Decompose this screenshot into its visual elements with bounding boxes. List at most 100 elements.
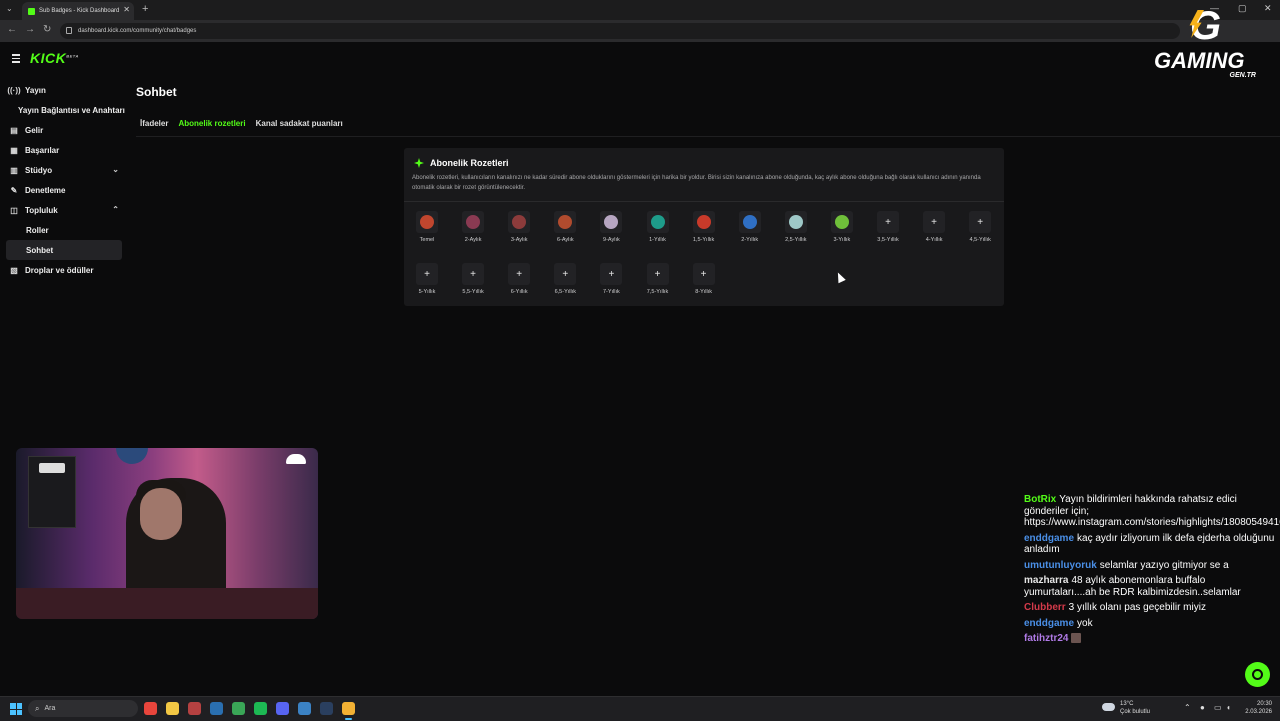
badge-image[interactable] [554,211,577,233]
chat-username[interactable]: enddgame [1024,533,1074,544]
add-badge-button[interactable]: + [554,263,577,285]
notepad-app-icon[interactable] [232,702,245,715]
badge-slot[interactable]: +5,5-Yıllık [458,263,488,295]
add-badge-button[interactable]: + [600,263,623,285]
site-info-icon[interactable] [66,27,72,34]
add-badge-button[interactable]: + [508,263,531,285]
chat-username[interactable]: BotRix [1024,494,1056,505]
sidebar-item-stream-key[interactable]: Yayın Bağlantısı ve Anahtarı [0,100,128,120]
add-badge-button[interactable]: + [692,263,715,285]
badge-slot[interactable]: +7,5-Yıllık [643,263,673,295]
badge-slot[interactable]: 3-Aylık [504,211,534,243]
sidebar-item-label: Yayın Bağlantısı ve Anahtarı [18,105,125,115]
sidebar-item-denetleme[interactable]: ✎ Denetleme [0,180,128,200]
badge-image[interactable] [692,211,715,233]
page-title: Sohbet [136,85,177,99]
badge-slot[interactable]: 3-Yıllık [827,211,857,243]
forward-icon[interactable]: → [25,24,35,35]
files-app-icon[interactable] [166,702,179,715]
badge-slot[interactable]: +3,5-Yıllık [873,211,903,243]
steam-app-icon[interactable] [210,702,223,715]
url-field[interactable]: dashboard.kick.com/community/chat/badges [60,23,1180,39]
badge-image[interactable] [646,211,669,233]
kick-logo[interactable]: KICKBETA [30,50,79,66]
dragon-badge-icon [558,215,573,229]
add-badge-button[interactable]: + [877,211,899,233]
system-clock[interactable]: 20:30 2.03.2026 [1240,700,1272,716]
badge-image[interactable] [830,211,853,233]
badge-slot[interactable]: +6,5-Yıllık [550,263,580,295]
sidebar-item-roller[interactable]: Roller [0,220,128,240]
spotify-app-icon[interactable] [254,702,267,715]
chat-username[interactable]: enddgame [1024,618,1074,629]
badge-image[interactable] [738,211,761,233]
tab-close-icon[interactable]: ✕ [123,5,130,14]
volume-icon[interactable]: ◖ [1226,703,1231,712]
badge-slot[interactable]: Temel [412,211,442,243]
chat-username[interactable]: mazharra [1024,575,1068,586]
badge-label: 9-Aylık [603,237,620,243]
menu-icon[interactable] [12,54,20,63]
weather-desc: Çok bulutlu [1120,709,1151,715]
tab-list-icon[interactable]: ⌄ [6,4,13,13]
chrome-app-icon[interactable] [144,702,157,715]
badge-slot[interactable]: 9-Aylık [596,211,626,243]
chrome-active-app-icon[interactable] [342,702,355,720]
tab-abonelik-rozetleri[interactable]: Abonelik rozetleri [174,116,250,137]
chevron-down-icon[interactable]: ⌄ [112,165,119,174]
sidebar-item-gelir[interactable]: ▤ Gelir [0,120,128,140]
new-tab-button[interactable]: + [142,3,148,15]
badge-slot[interactable]: 1,5-Yıllık [689,211,719,243]
app-blue-app-icon[interactable] [298,702,311,715]
sidebar-item-sohbet[interactable]: Sohbet [6,240,122,260]
badge-slot[interactable]: 2-Aylık [458,211,488,243]
badge-slot[interactable]: 6-Aylık [550,211,580,243]
chrome-alt-app-icon[interactable] [188,702,201,715]
microphone-icon[interactable]: ● [1200,703,1205,712]
sidebar-item-basarilar[interactable]: ▦ Başarılar [0,140,128,160]
search-icon: ⌕ [35,703,40,713]
badge-slot[interactable]: 2-Yıllık [735,211,765,243]
add-badge-button[interactable]: + [646,263,669,285]
add-badge-button[interactable]: + [969,211,992,233]
chevron-up-icon[interactable]: ⌃ [112,205,119,214]
badge-slot[interactable]: +6-Yıllık [504,263,534,295]
tab-ifadeler[interactable]: İfadeler [136,116,172,136]
browser-tab-title: Sub Badges - Kick Dashboard [39,8,120,14]
badge-image[interactable] [416,211,438,233]
badge-image[interactable] [462,211,485,233]
badge-image[interactable] [784,211,807,233]
badge-slot[interactable]: +4-Yıllık [919,211,949,243]
tab-kanal-sadakat-puanlari[interactable]: Kanal sadakat puanları [252,116,347,136]
sidebar-item-droplar[interactable]: ▧ Droplar ve ödüller [0,260,128,280]
discord-app-icon[interactable] [276,702,289,715]
badge-slot[interactable]: +5-Yıllık [412,263,442,295]
badge-slot[interactable]: 1-Yıllık [643,211,673,243]
chat-username[interactable]: umutunluyoruk [1024,560,1097,571]
windows-start-icon[interactable] [10,703,22,715]
weather-temp: 13°C [1120,701,1134,707]
badge-slot[interactable]: +7-Yıllık [596,263,626,295]
reload-icon[interactable]: ↻ [43,24,51,35]
sidebar-item-topluluk[interactable]: ◫ Topluluk ⌃ [0,200,128,220]
add-badge-button[interactable]: + [416,263,438,285]
sidebar-item-studyo[interactable]: ▥ Stüdyo ⌄ [0,160,128,180]
weather-widget[interactable]: 13°C Çok bulutlu [1102,700,1150,716]
add-badge-button[interactable]: + [923,211,946,233]
browser-tab[interactable]: Sub Badges - Kick Dashboard ✕ [22,2,134,20]
badge-slot[interactable]: +8-Yıllık [689,263,719,295]
badge-slot[interactable]: 2,5-Yıllık [781,211,811,243]
sidebar-item-yayin[interactable]: ((·)) Yayın [0,80,128,100]
back-icon[interactable]: ← [7,24,17,35]
network-icon[interactable]: ▭ [1214,703,1222,712]
chat-username[interactable]: fatihztr24 [1024,633,1068,644]
steam-alt-app-icon[interactable] [320,702,333,715]
chat-username[interactable]: Clubberr [1024,602,1066,613]
badge-slot[interactable]: +4,5-Yıllık [965,211,995,243]
add-badge-button[interactable]: + [462,263,485,285]
badge-image[interactable] [600,211,623,233]
help-button[interactable] [1245,662,1270,687]
badge-image[interactable] [508,211,531,233]
tray-chevron-icon[interactable]: ⌃ [1184,703,1191,712]
taskbar-search[interactable]: ⌕ Ara [28,700,138,717]
